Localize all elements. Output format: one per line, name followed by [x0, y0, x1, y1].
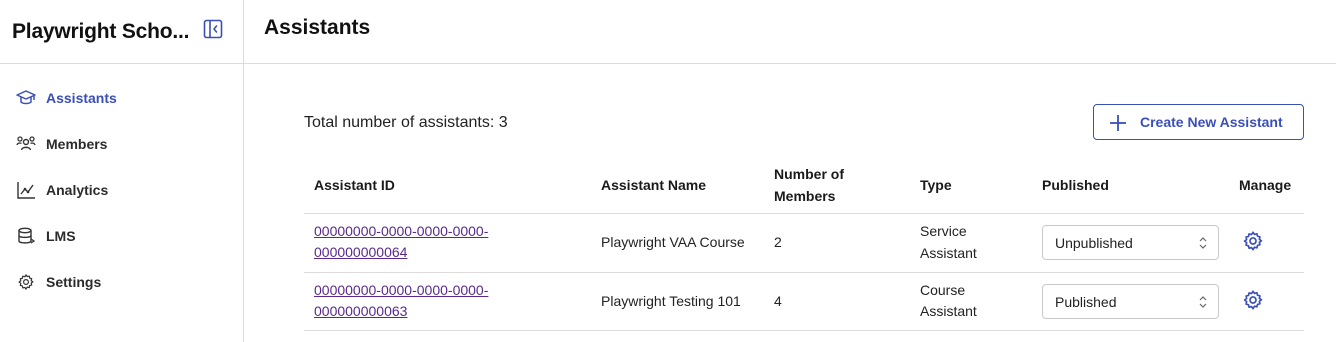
header-number-of-members-line2: Members — [774, 188, 836, 204]
sidebar-item-label: Members — [46, 136, 108, 152]
org-name: Playwright Scho... — [12, 19, 190, 43]
assistant-type-line1: Course — [920, 282, 966, 298]
plus-icon — [1110, 115, 1126, 131]
sidebar-item-assistants[interactable]: Assistants — [0, 78, 243, 118]
sidebar-item-analytics[interactable]: Analytics — [0, 170, 243, 210]
published-select[interactable]: Published — [1042, 284, 1219, 319]
graduation-cap-icon — [16, 88, 36, 108]
users-icon — [16, 134, 36, 154]
header-assistant-id: Assistant ID — [314, 177, 395, 193]
assistant-id-line2: 000000000064 — [314, 244, 408, 260]
divider — [304, 213, 1304, 214]
header-published: Published — [1042, 177, 1109, 193]
gear-icon — [16, 272, 36, 292]
sidebar-item-lms[interactable]: LMS — [0, 216, 243, 256]
chart-icon — [16, 180, 36, 200]
assistant-id-link[interactable]: 00000000-0000-0000-0000- 000000000064 — [314, 221, 524, 263]
published-select-value: Unpublished — [1055, 235, 1133, 251]
assistant-type-line2: Assistant — [920, 303, 977, 319]
assistant-id-line1: 00000000-0000-0000-0000- — [314, 223, 489, 239]
sidebar-item-label: LMS — [46, 228, 76, 244]
divider — [304, 272, 1304, 273]
member-count: 2 — [774, 234, 782, 250]
create-new-assistant-button[interactable]: Create New Assistant — [1093, 104, 1304, 140]
database-icon — [16, 226, 36, 246]
header-assistant-name: Assistant Name — [601, 177, 707, 193]
sidebar-item-settings[interactable]: Settings — [0, 262, 243, 302]
manage-gear-icon[interactable] — [1242, 230, 1264, 252]
chevron-up-down-icon — [1199, 237, 1207, 249]
collapse-sidebar-icon[interactable] — [203, 19, 223, 39]
chevron-up-down-icon — [1199, 296, 1207, 308]
create-button-label: Create New Assistant — [1140, 114, 1283, 130]
header-type: Type — [920, 177, 952, 193]
assistant-id-link[interactable]: 00000000-0000-0000-0000- 000000000063 — [314, 280, 524, 322]
header-manage: Manage — [1239, 177, 1292, 193]
assistant-name: Playwright VAA Course — [601, 234, 745, 250]
sidebar: Playwright Scho... Assistants Members An… — [0, 0, 244, 342]
assistant-type-line1: Service — [920, 223, 967, 239]
assistant-id-line1: 00000000-0000-0000-0000- — [314, 282, 489, 298]
assistant-name: Playwright Testing 101 — [601, 293, 741, 309]
sidebar-item-label: Assistants — [46, 90, 117, 106]
header-number-of-members-line1: Number of — [774, 166, 844, 182]
member-count: 4 — [774, 293, 782, 309]
sidebar-item-label: Settings — [46, 274, 102, 290]
top-bar: Assistants — [244, 0, 1336, 64]
assistant-type-line2: Assistant — [920, 245, 977, 261]
divider — [304, 330, 1304, 331]
assistant-id-line2: 000000000063 — [314, 303, 408, 319]
published-select-value: Published — [1055, 294, 1117, 310]
total-assistants-text: Total number of assistants: 3 — [304, 114, 508, 131]
published-select[interactable]: Unpublished — [1042, 225, 1219, 260]
sidebar-item-label: Analytics — [46, 182, 109, 198]
sidebar-item-members[interactable]: Members — [0, 124, 243, 164]
manage-gear-icon[interactable] — [1242, 289, 1264, 311]
page-title: Assistants — [264, 16, 371, 39]
